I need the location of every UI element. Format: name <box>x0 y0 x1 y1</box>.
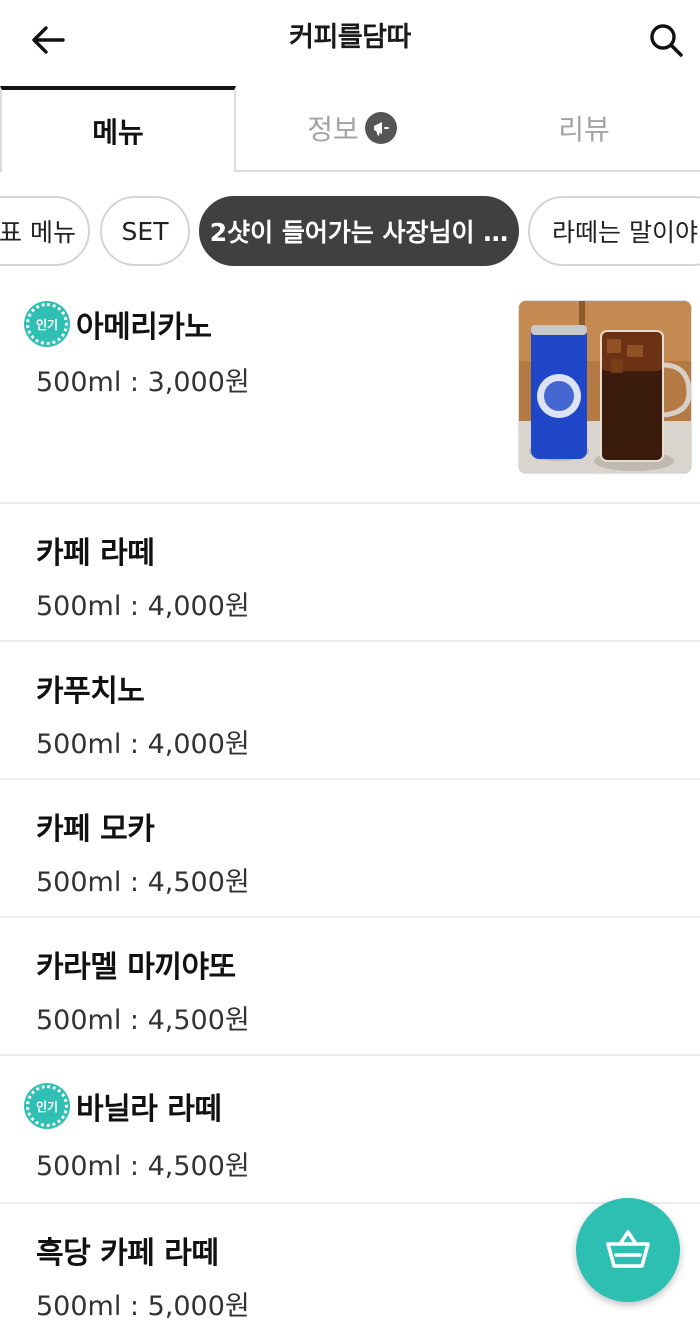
popular-badge: 인기 <box>26 303 68 345</box>
search-button[interactable] <box>640 16 692 64</box>
item-price: 500ml : 4,000원 <box>36 591 250 622</box>
menu-item-cafe-mocha[interactable]: 카페 모카 500ml : 4,500원 <box>0 780 700 918</box>
chip-label: 2샷이 들어가는 사장님이 … <box>209 218 509 247</box>
popular-badge: 인기 <box>26 1085 68 1127</box>
item-name: 카페 라떼 <box>36 536 155 571</box>
tab-info-label: 정보 <box>307 113 359 146</box>
page-title: 커피를담따 <box>289 22 411 53</box>
item-name-row: 카페 라떼 <box>36 528 155 572</box>
item-name: 카라멜 마끼야또 <box>36 950 236 985</box>
chip-label: 라떼는 말이야 <box>552 218 698 247</box>
chip-label: SET <box>121 216 169 246</box>
item-name-row: 카라멜 마끼야또 <box>36 942 236 986</box>
tab-menu-label: 메뉴 <box>92 116 144 149</box>
tab-reviews[interactable]: 리뷰 <box>468 86 700 172</box>
item-name: 아메리카노 <box>76 310 212 345</box>
item-name: 바닐라 라떼 <box>76 1092 222 1127</box>
item-name-row: 카푸치노 <box>36 666 145 710</box>
chip-latte[interactable]: 라떼는 말이야 <box>528 196 700 266</box>
item-name-row: 인기 바닐라 라떼 <box>26 1084 222 1128</box>
search-icon <box>650 24 683 57</box>
item-price: 500ml : 4,500원 <box>36 867 250 898</box>
tab-reviews-label: 리뷰 <box>558 113 610 146</box>
tab-menu[interactable]: 메뉴 <box>0 86 236 172</box>
item-name-row: 카페 모카 <box>36 804 155 848</box>
item-price: 500ml : 4,000원 <box>36 729 250 760</box>
item-price: 500ml : 3,000원 <box>36 367 250 398</box>
menu-item-caramel-macchiato[interactable]: 카라멜 마끼야또 500ml : 4,500원 <box>0 918 700 1056</box>
item-name: 카페 모카 <box>36 812 155 847</box>
chip-label: 대표 메뉴 <box>0 218 76 247</box>
item-price: 500ml : 4,500원 <box>36 1151 250 1182</box>
basket-icon <box>606 1230 650 1268</box>
cart-button[interactable] <box>576 1198 680 1302</box>
chip-set[interactable]: SET <box>100 196 190 266</box>
item-name: 흑당 카페 라떼 <box>36 1236 219 1271</box>
chip-double-shot[interactable]: 2샷이 들어가는 사장님이 … <box>199 196 519 266</box>
item-price: 500ml : 4,500원 <box>36 1005 250 1036</box>
category-chips: 대표 메뉴 SET 2샷이 들어가는 사장님이 … 라떼는 말이야 <box>0 194 700 270</box>
americano-photo <box>518 300 692 474</box>
menu-list: 인기 아메리카노 500ml : 3,000원 카페 라떼 500ml: 4,… <box>0 274 700 1337</box>
menu-item-vanilla-latte[interactable]: 인기 바닐라 라떼 500ml : 4,500원 <box>0 1056 700 1204</box>
chip-featured-menu[interactable]: 대표 메뉴 <box>0 196 90 266</box>
item-price: 500ml : 5,000원 <box>36 1291 250 1322</box>
megaphone-icon <box>364 112 397 144</box>
item-name: 카푸치노 <box>36 674 145 709</box>
menu-item-americano[interactable]: 인기 아메리카노 500ml : 3,000원 <box>0 274 700 504</box>
menu-item-cappuccino[interactable]: 카푸치노 500ml : 4,000원 <box>0 642 700 780</box>
app-header: 커피를담따 <box>0 0 700 88</box>
tab-bar: 메뉴 정보 리뷰 <box>0 86 700 172</box>
item-name-row: 흑당 카페 라떼 <box>36 1228 219 1272</box>
tab-info[interactable]: 정보 <box>236 86 468 172</box>
item-name-row: 인기 아메리카노 <box>26 302 212 346</box>
menu-item-cafe-latte[interactable]: 카페 라떼 500ml : 4,000원 <box>0 504 700 642</box>
